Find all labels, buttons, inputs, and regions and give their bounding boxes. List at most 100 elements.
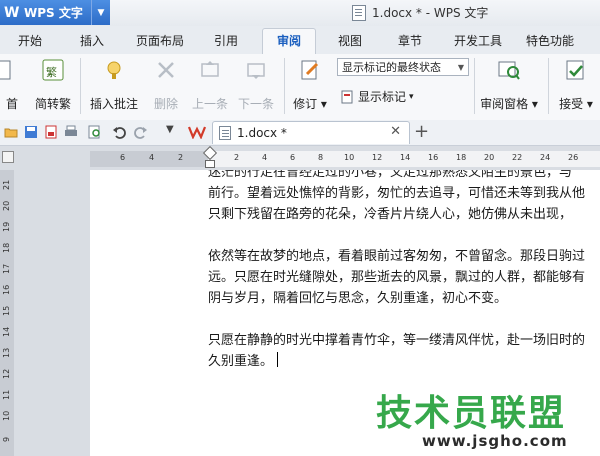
chevron-down-icon[interactable]: ▼ [91, 0, 110, 25]
document-tab[interactable]: 1.docx * ✕ [212, 121, 410, 144]
divider [474, 58, 475, 114]
insert-comment-label: 插入批注 [89, 97, 138, 111]
ruler-number: 17 [2, 263, 11, 274]
divider [548, 58, 549, 114]
close-icon[interactable]: ✕ [390, 124, 401, 139]
ruler-number: 22 [512, 153, 523, 162]
partial-button-label: 首 [5, 97, 18, 111]
left-indent-marker[interactable] [205, 160, 215, 168]
horizontal-ruler[interactable]: 6 4 2 2 4 6 8 10 12 14 16 18 20 22 24 26 [90, 151, 600, 167]
review-pane-icon [498, 61, 520, 80]
track-changes-icon [301, 60, 319, 80]
customize-toolbar-icon[interactable]: ▼ [166, 124, 174, 135]
redo-icon[interactable] [134, 125, 148, 139]
tab-view[interactable]: 视图 [338, 32, 362, 49]
undo-icon[interactable] [112, 125, 126, 139]
next-label: 下一条 [237, 97, 274, 111]
vertical-ruler[interactable]: 21 20 19 18 17 16 15 14 13 12 11 10 9 [0, 170, 14, 456]
text-line: 久别重逢。 [208, 351, 600, 372]
paragraph-2[interactable]: 依然等在故梦的地点，看着眼前过客匆匆，不曾留念。那段日驹过 远。只愿在时光缝隙处… [208, 246, 600, 309]
ruler-number: 8 [318, 153, 324, 162]
text-line: 只剩下残留在路旁的花朵，冷香片片绕人心，她仿佛从未出现， [208, 207, 573, 222]
app-menu-button[interactable]: W WPS 文字 ▼ [0, 0, 110, 25]
watermark-title: 技术员联盟 [376, 393, 567, 434]
insert-comment-icon [107, 61, 121, 79]
insert-comment-button[interactable]: 插入批注 [86, 58, 142, 112]
text-line: 迷茫的行走在曾经走过的小巷，又走过那熟悉又陌生的景色，与 [208, 170, 573, 180]
ruler-number: 4 [149, 153, 155, 162]
ruler-number: 20 [2, 200, 11, 211]
delete-label: 删除 [153, 97, 178, 111]
trad-simp-button[interactable]: 繁 简转繁 [30, 58, 76, 112]
document-icon [219, 126, 231, 140]
ruler-number: 10 [344, 153, 355, 162]
delete-icon [158, 62, 174, 78]
ruler-number: 19 [2, 221, 11, 232]
watermark-url: www.jsgho.com [422, 432, 568, 450]
accept-button[interactable]: 接受 ▾ [554, 58, 598, 112]
accept-icon [566, 60, 584, 80]
new-tab-icon[interactable]: + [414, 121, 429, 143]
text-line: 远。只愿在时光缝隙处，那些逝去的风景，飘过的人群，都能够有 [208, 270, 586, 285]
track-changes-button[interactable]: 修订 ▾ [290, 58, 330, 112]
ruler-number: 18 [2, 242, 11, 253]
tab-references[interactable]: 引用 [214, 32, 238, 49]
tab-stop-selector[interactable] [2, 151, 14, 163]
text-cursor [277, 352, 279, 367]
quick-access-bar: ▼ 1.docx * ✕ + [0, 120, 600, 146]
save-icon[interactable] [24, 125, 38, 139]
text-line: 只愿在静静的时光中撑着青竹伞，等一缕清风伴忧，赴一场旧时的 [208, 333, 586, 348]
tab-chapter[interactable]: 章节 [398, 32, 422, 49]
tab-developer[interactable]: 开发工具 [454, 32, 502, 49]
previous-icon [201, 61, 219, 77]
delete-comment-button[interactable]: 删除 [146, 58, 186, 112]
show-markup-label: 显示标记 [358, 90, 407, 104]
chevron-down-icon: ▼ [457, 63, 464, 72]
review-pane-button[interactable]: 审阅窗格 ▾ [478, 58, 540, 112]
print-preview-icon[interactable] [88, 125, 102, 139]
divider [80, 58, 81, 114]
app-name: WPS 文字 [24, 6, 83, 20]
ruler-number: 2 [234, 153, 240, 162]
tab-page-layout[interactable]: 页面布局 [136, 32, 184, 49]
open-folder-icon[interactable] [4, 125, 18, 139]
ruler-number: 24 [540, 153, 551, 162]
ribbon: 首 繁 简转繁 插入批注 删除 上一条 下一条 修订 ▾ 显示标记的最终状态 ▼… [0, 54, 600, 121]
next-comment-button[interactable]: 下一条 [234, 58, 278, 112]
paragraph-1[interactable]: 迷茫的行走在曾经走过的小巷，又走过那熟悉又陌生的景色，与 前行。望着远处憔悴的背… [208, 170, 600, 225]
ruler-number: 11 [2, 389, 11, 400]
ruler-number: 13 [2, 347, 11, 358]
tab-special[interactable]: 特色功能 [526, 32, 574, 49]
ribbon-tabs: 开始 插入 页面布局 引用 审阅 视图 章节 开发工具 特色功能 [0, 26, 600, 55]
page-icon [0, 60, 11, 80]
watermark: 技术员联盟 www.jsgho.com [372, 384, 600, 456]
previous-label: 上一条 [191, 97, 228, 111]
ruler-number: 6 [120, 153, 126, 162]
ruler-number: 15 [2, 305, 11, 316]
previous-comment-button[interactable]: 上一条 [190, 58, 230, 112]
ruler-number: 4 [262, 153, 268, 162]
divider [284, 58, 285, 114]
title-bar: W WPS 文字 ▼ 1.docx * - WPS 文字 [0, 0, 600, 27]
document-tab-label: 1.docx * [237, 126, 287, 140]
ruler-number: 14 [400, 153, 411, 162]
ruler-number: 10 [2, 410, 11, 421]
display-mode-select[interactable]: 显示标记的最终状态 ▼ [337, 58, 469, 76]
show-markup-button[interactable]: 显示标记 ▾ [340, 88, 414, 105]
text-line: 阴与岁月，隔着回忆与思念，久别重逢，初心不变。 [208, 291, 508, 306]
tab-review[interactable]: 审阅 [262, 28, 317, 54]
paragraph-3[interactable]: 只愿在静静的时光中撑着青竹伞，等一缕清风伴忧，赴一场旧时的 久别重逢。 [208, 330, 600, 372]
window-title: 1.docx * - WPS 文字 [352, 4, 488, 21]
ruler-number: 18 [456, 153, 467, 162]
ruler-number: 9 [2, 436, 11, 442]
export-pdf-icon[interactable] [44, 125, 58, 139]
next-icon [247, 63, 265, 79]
wps-logo-icon [188, 126, 206, 139]
tab-insert[interactable]: 插入 [80, 32, 104, 49]
print-icon[interactable] [64, 125, 78, 139]
ruler-number: 6 [290, 153, 296, 162]
track-changes-label: 修订 ▾ [293, 97, 327, 111]
tab-home[interactable]: 开始 [18, 32, 42, 49]
partial-button[interactable]: 首 [0, 58, 24, 112]
trad-simp-label: 简转繁 [34, 97, 71, 111]
